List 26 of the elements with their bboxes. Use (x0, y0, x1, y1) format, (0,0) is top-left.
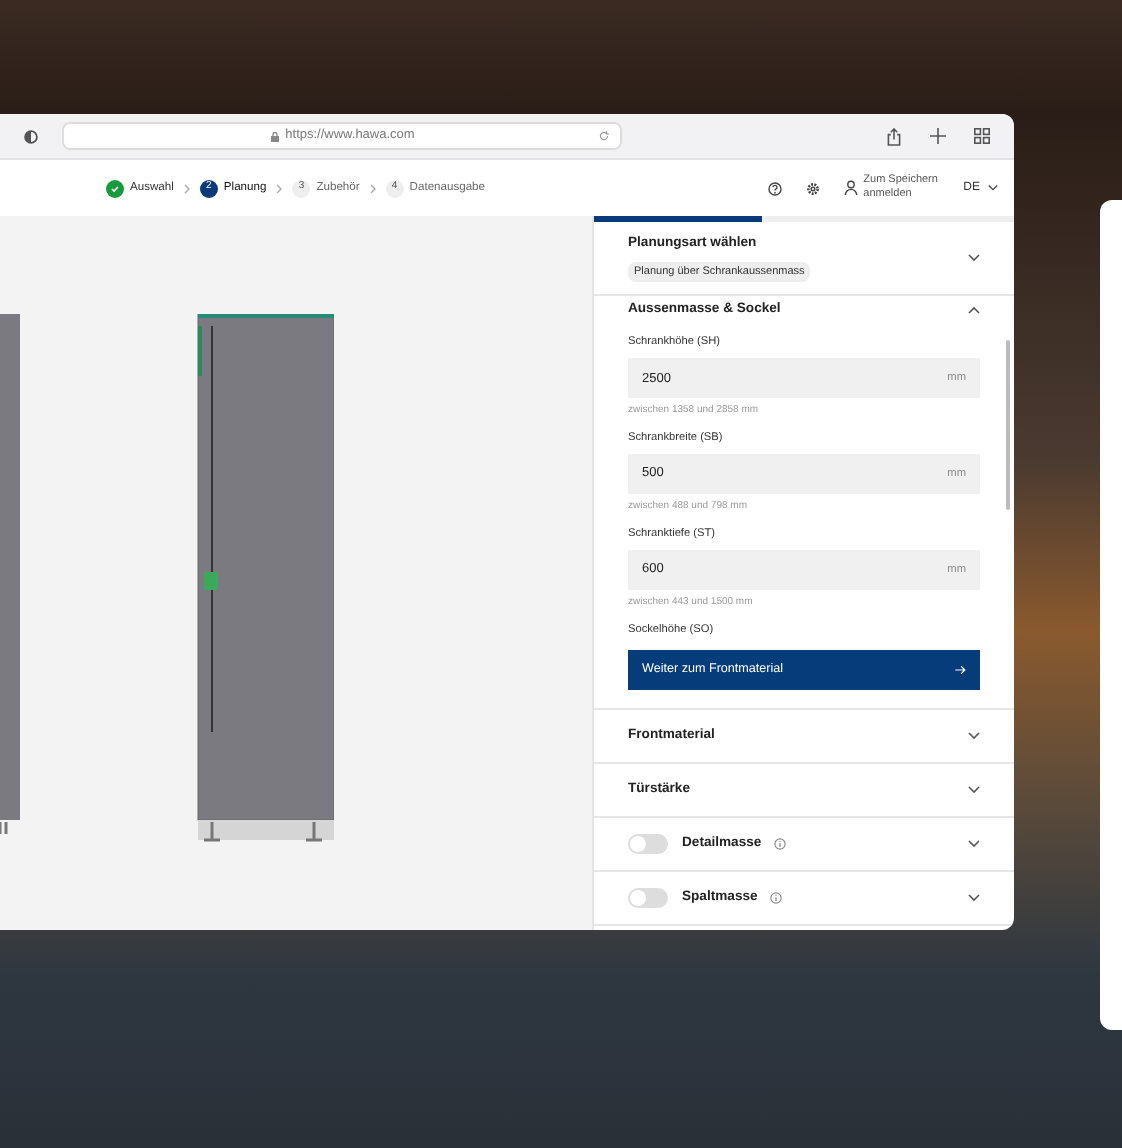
chevron-right-icon (369, 183, 376, 193)
arrow-right-icon (954, 664, 966, 677)
reload-icon[interactable] (598, 130, 610, 142)
toggle-switch[interactable] (628, 888, 668, 909)
chevron-down-icon[interactable] (968, 840, 980, 849)
chevron-up-icon[interactable] (968, 306, 980, 314)
sidebar-icon[interactable] (24, 129, 38, 143)
check-icon (106, 179, 124, 197)
chevron-down-icon[interactable] (968, 732, 980, 741)
tabs-grid-icon[interactable] (974, 128, 990, 144)
chevron-down-icon[interactable] (968, 786, 980, 795)
share-icon[interactable] (886, 127, 902, 145)
user-icon[interactable] (843, 180, 858, 196)
info-icon[interactable] (773, 838, 786, 851)
chevron-right-icon (183, 183, 190, 193)
scrollbar-thumb[interactable] (1006, 340, 1010, 510)
chevron-down-icon[interactable] (968, 254, 980, 262)
chevron-down-icon (988, 184, 998, 192)
plus-icon[interactable] (930, 128, 946, 144)
help-icon[interactable] (767, 181, 782, 195)
chevron-right-icon (276, 183, 283, 193)
info-icon[interactable] (769, 892, 782, 905)
chevron-down-icon[interactable] (968, 894, 980, 903)
lock-icon (269, 131, 280, 141)
toggle-switch[interactable] (628, 834, 668, 855)
settings-icon[interactable] (805, 181, 820, 195)
